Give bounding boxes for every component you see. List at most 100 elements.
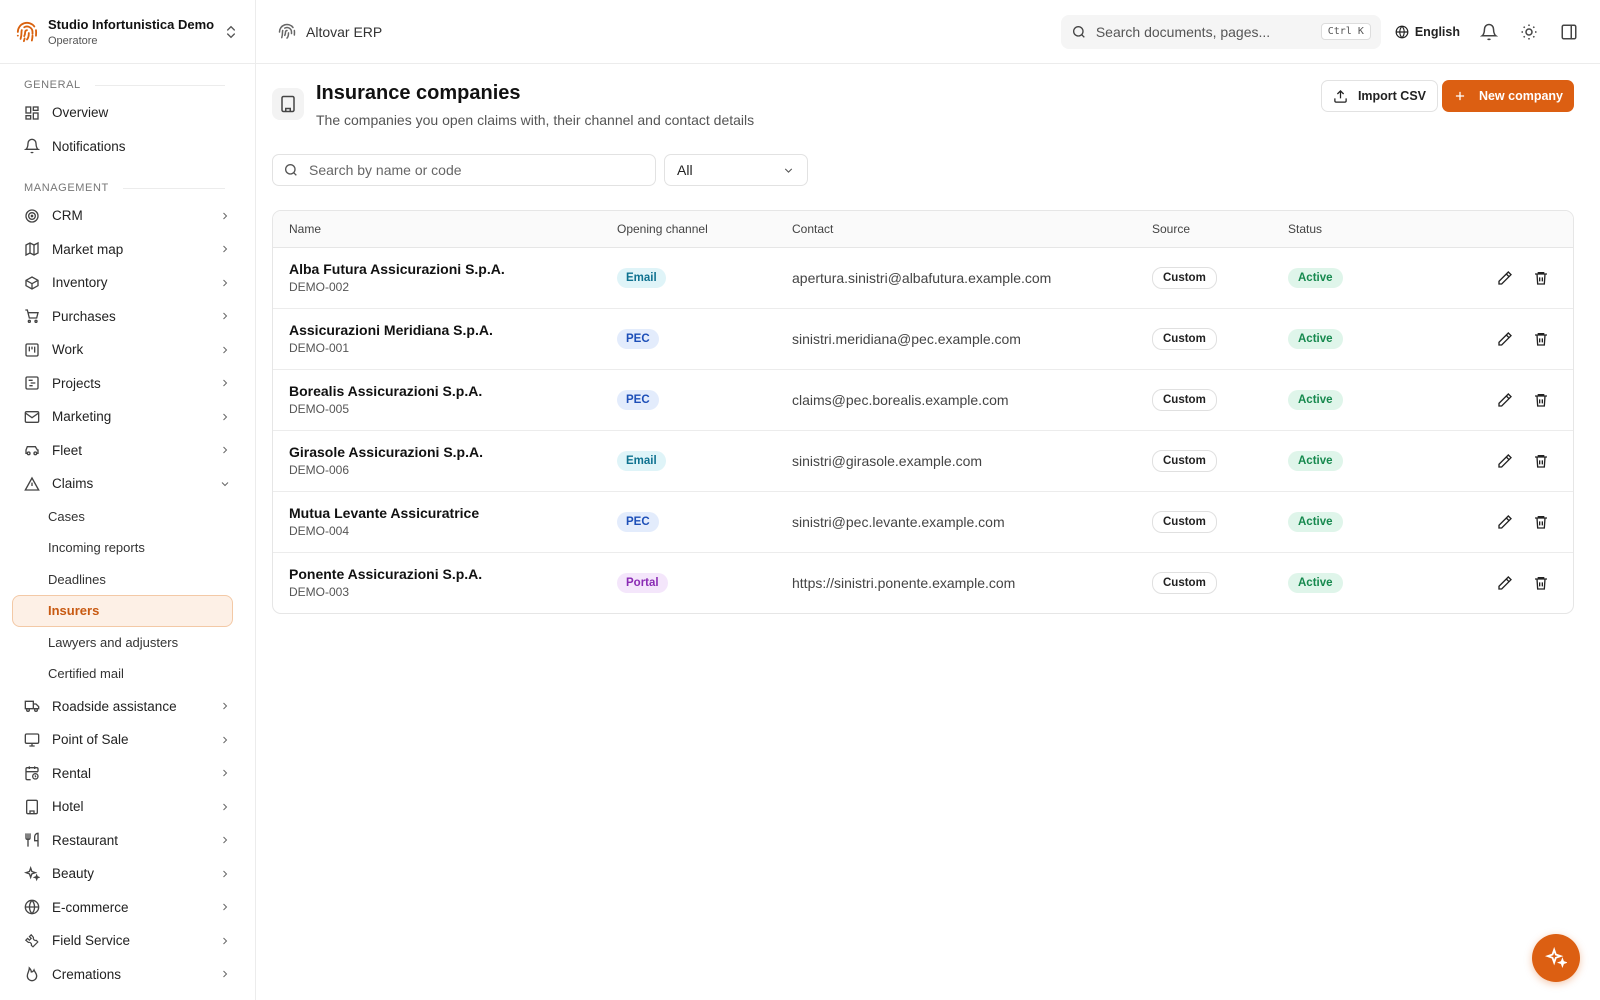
chevrons-up-down-icon[interactable] [223,24,239,40]
language-switcher[interactable]: English [1395,25,1460,39]
company-name[interactable]: Borealis Assicurazioni S.p.A. [289,383,585,399]
table-row[interactable]: Borealis Assicurazioni S.p.A. DEMO-005 PEC… [273,368,1573,430]
company-search-input[interactable] [309,162,645,178]
wrench-icon [24,933,39,948]
table-row[interactable]: Alba Futura Assicurazioni S.p.A. DEMO-002… [273,247,1573,308]
sidebar-item-label: CRM [52,208,83,224]
fingerprint-icon [278,23,296,39]
sidebar-subitem-deadlines[interactable]: Deadlines [0,564,255,596]
panel-toggle-icon[interactable] [1560,23,1578,41]
edit-icon[interactable] [1497,331,1513,347]
company-name[interactable]: Mutua Levante Assicuratrice [289,505,585,521]
table-row[interactable]: Ponente Assicurazioni S.p.A. DEMO-003 Port… [273,551,1573,613]
edit-icon[interactable] [1497,270,1513,286]
trash-icon[interactable] [1533,270,1549,286]
table-row[interactable]: Mutua Levante Assicuratrice DEMO-004 PEC si… [273,490,1573,552]
ai-assistant-button[interactable] [1532,934,1580,982]
sidebar-item-label: Claims [52,476,94,492]
company-name[interactable]: Alba Futura Assicurazioni S.p.A. [289,261,585,277]
chevron-right-icon [223,870,228,878]
trash-icon[interactable] [1533,575,1549,591]
gantt-icon [25,376,39,390]
sidebar-item-label: Cremations [52,966,122,982]
edit-icon[interactable] [1497,575,1513,591]
column-header-source[interactable]: Source [1136,211,1272,248]
company-name[interactable]: Ponente Assicurazioni S.p.A. [289,566,585,582]
chevron-right-icon [223,803,228,811]
sidebar-item-marketing[interactable]: Marketing [0,400,255,434]
plus-icon [1455,91,1465,101]
trash-icon[interactable] [1533,392,1549,408]
cell-channel: PEC [601,490,776,552]
edit-icon[interactable] [1497,453,1513,469]
trash-icon[interactable] [1533,514,1549,530]
company-name[interactable]: Girasole Assicurazioni S.p.A. [289,444,585,460]
cell-channel: Portal [601,551,776,613]
sidebar-subitem-incoming-reports[interactable]: Incoming reports [0,532,255,564]
sidebar-subitem-insurers[interactable]: Insurers [12,595,233,627]
sidebar-subitem-cases[interactable]: Cases [0,501,255,533]
sidebar-item-crm[interactable]: CRM [0,199,255,233]
cell-source: Custom [1136,307,1272,369]
sidebar-subitem-lawyers-and-adjusters[interactable]: Lawyers and adjusters [0,627,255,659]
status-badge: Active [1288,267,1343,288]
section-label-management: MANAGEMENT [0,177,255,199]
globe-icon [1395,25,1409,38]
channel-badge: PEC [617,511,659,532]
company-code: DEMO-006 [289,463,350,477]
column-header-contact[interactable]: Contact [776,211,1136,248]
table-row[interactable]: Assicurazioni Meridiana S.p.A. DEMO-001 PE… [273,307,1573,369]
column-header-channel[interactable]: Opening channel [601,211,776,248]
company-search[interactable] [272,154,656,186]
channel-filter-select[interactable]: All [664,154,808,186]
sidebar-item-notifications[interactable]: Notifications [0,130,255,164]
sidebar-item-work[interactable]: Work [0,333,255,367]
sidebar-item-claims[interactable]: Claims [0,467,255,501]
contact-value: claims@pec.borealis.example.com [792,391,1009,408]
sidebar-item-beauty[interactable]: Beauty [0,857,255,891]
sidebar-item-label: Point of Sale [52,732,129,748]
company-code: DEMO-005 [289,402,350,416]
chevron-right-icon [223,970,228,978]
sidebar-item-overview[interactable]: Overview [0,96,255,130]
sidebar-item-projects[interactable]: Projects [0,367,255,401]
bell-icon[interactable] [1480,23,1498,41]
channel-filter-value: All [677,162,693,178]
sidebar-item-e-commerce[interactable]: E-commerce [0,891,255,925]
sidebar-item-purchases[interactable]: Purchases [0,300,255,334]
sidebar-item-roadside-assistance[interactable]: Roadside assistance [0,690,255,724]
import-csv-button[interactable]: Import CSV [1320,80,1438,112]
sidebar-item-rental[interactable]: Rental [0,757,255,791]
cell-source: Custom [1136,247,1272,308]
sidebar-item-restaurant[interactable]: Restaurant [0,824,255,858]
status-badge: Active [1288,572,1343,593]
column-header-name[interactable]: Name [273,211,601,248]
new-company-button[interactable]: New company [1441,80,1574,112]
sidebar-item-market-map[interactable]: Market map [0,233,255,267]
cell-contact: apertura.sinistri@albafutura.example.com [776,247,1136,308]
trash-icon[interactable] [1533,331,1549,347]
column-header-status[interactable]: Status [1272,211,1422,248]
table-row[interactable]: Girasole Assicurazioni S.p.A. DEMO-006 Ema… [273,429,1573,491]
sidebar-item-inventory[interactable]: Inventory [0,266,255,300]
sidebar-item-fleet[interactable]: Fleet [0,434,255,468]
edit-icon[interactable] [1497,514,1513,530]
sidebar-subitem-certified-mail[interactable]: Certified mail [0,658,255,690]
source-badge: Custom [1152,388,1217,411]
org-switcher[interactable]: Studio Infortunistica Demo Operatore [0,0,255,64]
search-icon [1072,25,1085,38]
sidebar-item-cremations[interactable]: Cremations [0,958,255,992]
sidebar-item-label: Beauty [52,866,95,882]
status-badge: Active [1288,328,1343,349]
app-name[interactable]: Altovar ERP [306,24,382,40]
trash-icon[interactable] [1533,453,1549,469]
sidebar-item-field-service[interactable]: Field Service [0,924,255,958]
company-code: DEMO-004 [289,524,350,538]
edit-icon[interactable] [1497,392,1513,408]
sidebar-item-hotel[interactable]: Hotel [0,790,255,824]
sidebar-item-point-of-sale[interactable]: Point of Sale [0,723,255,757]
sun-icon[interactable] [1520,23,1538,41]
company-name[interactable]: Assicurazioni Meridiana S.p.A. [289,322,585,338]
column-header-actions [1422,211,1573,248]
global-search[interactable]: Search documents, pages... Ctrl K [1060,14,1381,49]
